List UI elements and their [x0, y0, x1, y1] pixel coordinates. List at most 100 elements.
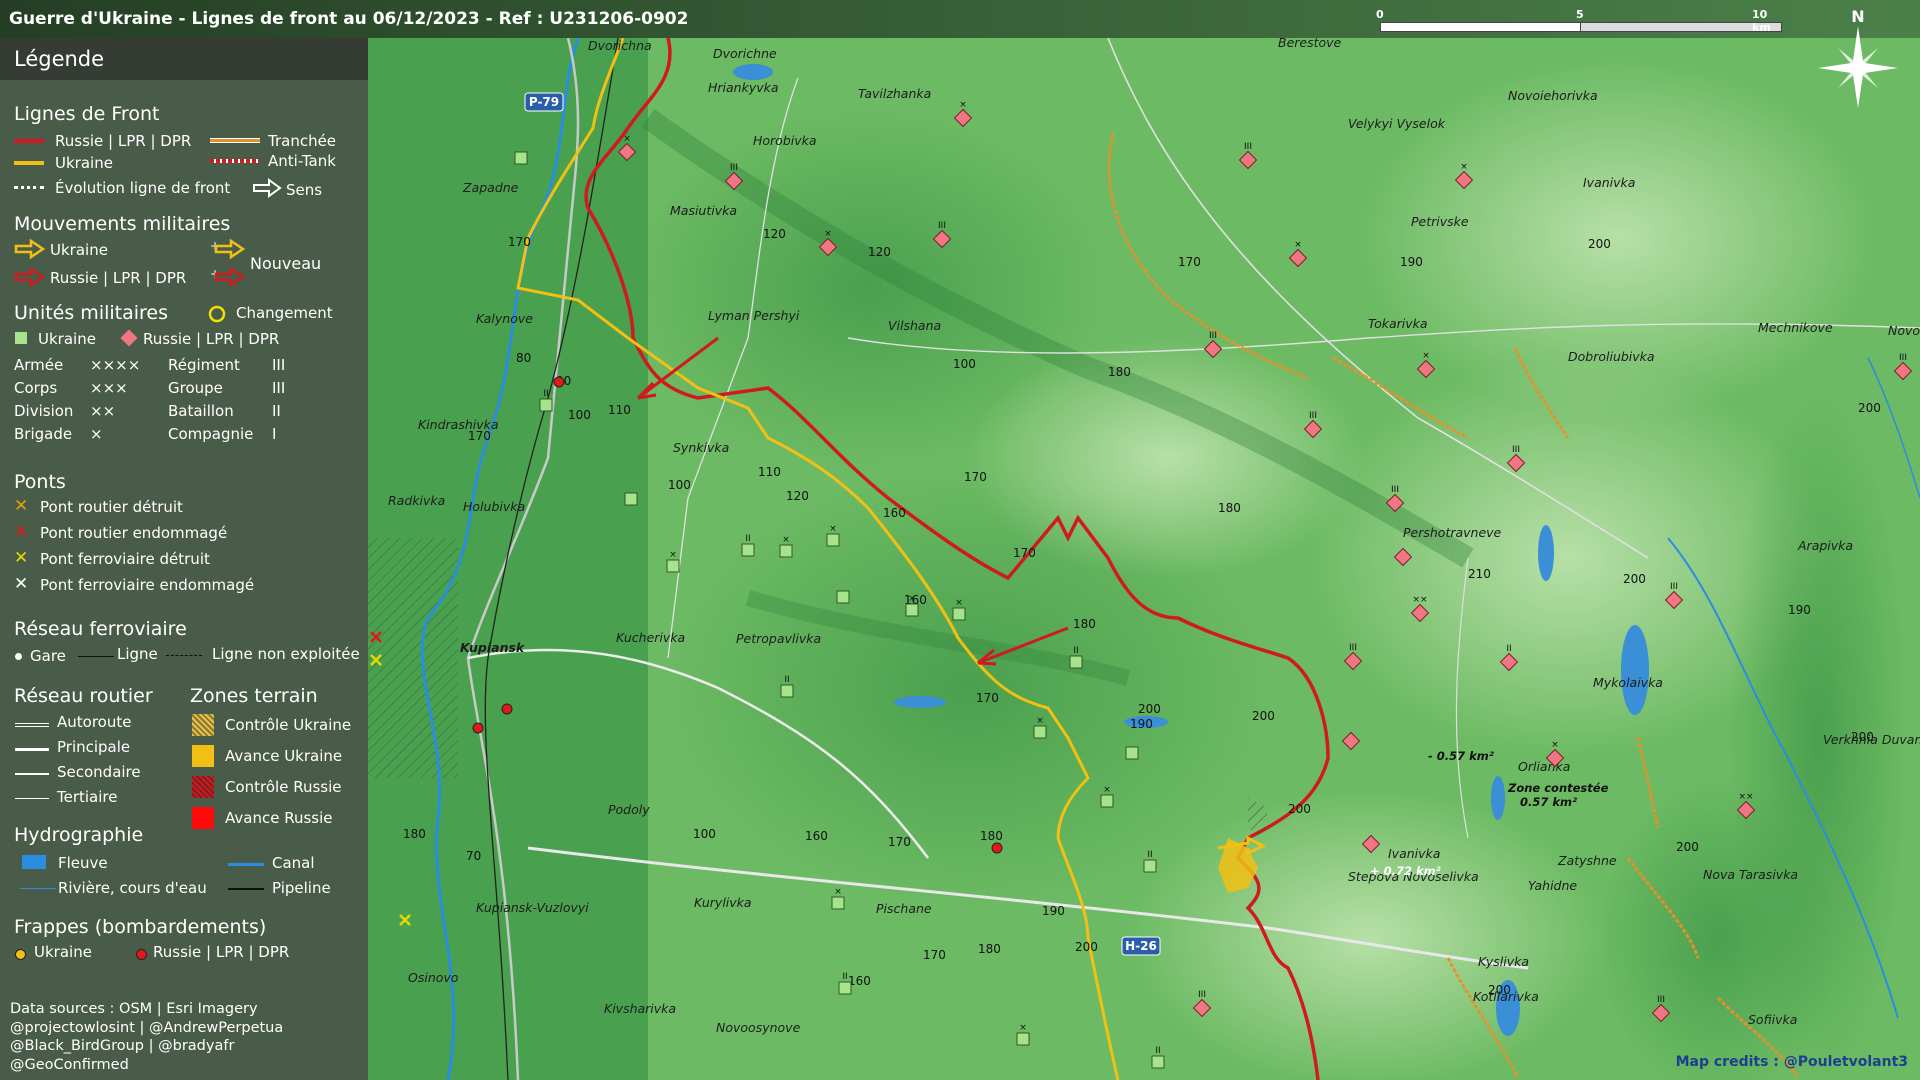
road-label: Secondaire [57, 763, 141, 781]
ukraine-unit-marker [666, 559, 680, 573]
direction-arrow-icon [253, 178, 282, 198]
legend-header: Légende [0, 38, 368, 80]
russia-strike-swatch [136, 949, 147, 960]
bridge-cross-icon: ✕ [14, 574, 29, 594]
zone-annotation: 0.57 km² [1520, 795, 1577, 809]
place-label: Dobroliubivka [1568, 349, 1655, 364]
hydro-title: Hydrographie [14, 824, 144, 846]
zone-swatch [192, 776, 214, 798]
place-label: Zatyshne [1557, 853, 1617, 868]
unit-echelon-label: II [1147, 850, 1152, 860]
altitude-label: 170 [964, 470, 987, 484]
map-svg[interactable]: P-79 H-26 170120120170190200809010011017… [368, 38, 1920, 1080]
evolution-line-swatch [14, 186, 44, 192]
ukraine-unit-marker [952, 607, 966, 621]
river-swatch [22, 855, 46, 869]
place-label: Horobivka [753, 133, 817, 148]
place-label: Mechnikove [1758, 320, 1833, 335]
zone-annotation: - 0.57 km² [1428, 749, 1494, 763]
altitude-label: 170 [976, 691, 999, 705]
unit-echelon-label: III [1657, 995, 1665, 1005]
unit-echelon-label: × [908, 594, 916, 604]
place-label: Radkivka [388, 493, 445, 508]
unit-echelon-name: Division [14, 402, 74, 420]
unit-echelon-symbol: ××× [90, 379, 128, 397]
altitude-label: 120 [786, 489, 809, 503]
place-label: Ivanivka [1388, 846, 1440, 861]
russia-line-swatch [14, 139, 44, 143]
altitude-label: 180 [1073, 617, 1096, 631]
altitude-label: 170 [1013, 546, 1036, 560]
altitude-label: 100 [668, 478, 691, 492]
source-line: @Black_BirdGroup | @bradyafr [10, 1038, 235, 1054]
unused-rail-label: Ligne non exploitée [212, 645, 360, 663]
ukraine-unit-marker [539, 398, 553, 412]
place-label: Velykyi Vyselok [1348, 116, 1446, 131]
altitude-label: 170 [888, 835, 911, 849]
place-label: Ivanivka [1583, 175, 1635, 190]
place-label: Vilshana [888, 318, 941, 333]
antitank-swatch [210, 159, 260, 163]
ukraine-strike-swatch [15, 949, 26, 960]
pipeline-swatch [228, 888, 264, 890]
unit-echelon-label: III [1670, 582, 1678, 592]
direction-label: Sens [286, 181, 323, 199]
place-label: Pershotravneve [1403, 525, 1502, 540]
road-label: Tertiaire [57, 788, 118, 806]
bridge-label: Pont ferroviaire détruit [40, 550, 210, 568]
zone-swatch [192, 745, 214, 767]
altitude-label: 180 [980, 829, 1003, 843]
unit-echelon-label: III [1198, 990, 1206, 1000]
unit-echelon-symbol: I [272, 425, 277, 443]
unit-echelon-label: × [959, 100, 967, 110]
place-label: Kalynove [476, 311, 533, 326]
altitude-label: 110 [608, 403, 631, 417]
altitude-label: 180 [403, 827, 426, 841]
place-label: Sofiivka [1748, 1012, 1797, 1027]
unit-echelon-label: × [834, 887, 842, 897]
svg-text:P-79: P-79 [529, 95, 559, 109]
map-canvas[interactable]: P-79 H-26 170120120170190200809010011017… [368, 38, 1920, 1080]
movements-title: Mouvements militaires [14, 213, 231, 235]
unit-echelon-label: × [623, 134, 631, 144]
scale-bar: 0 5 10 km [1376, 8, 1782, 38]
unit-echelon-label: III [730, 163, 738, 173]
new-movement-label: Nouveau [250, 254, 322, 273]
altitude-label: 200 [1138, 702, 1161, 716]
place-label: Holubivka [463, 499, 525, 514]
ukraine-movement-label: Ukraine [50, 241, 108, 259]
altitude-label: 200 [1858, 401, 1881, 415]
station-swatch [15, 653, 22, 660]
canal-label: Canal [272, 854, 315, 872]
altitude-label: 100 [953, 357, 976, 371]
place-label: Zapadne [462, 180, 519, 195]
unit-echelon-name: Compagnie [168, 425, 254, 443]
place-label: Kyslivka [1478, 954, 1529, 969]
data-sources: Data sources : OSM | Esri Imagery @proje… [10, 1000, 283, 1074]
zone-label: Avance Russie [225, 809, 333, 827]
ukraine-unit-marker [836, 590, 850, 604]
ukraine-unit-marker [1143, 859, 1157, 873]
unit-echelon-label: III [1349, 643, 1357, 653]
ukraine-unit-marker [779, 544, 793, 558]
russia-unit-label: Russie | LPR | DPR [143, 330, 280, 348]
zones-title: Zones terrain [190, 685, 318, 707]
north-arrow-icon: N [1818, 8, 1898, 108]
unit-echelon-symbol: × [90, 425, 103, 443]
altitude-label: 180 [978, 942, 1001, 956]
bridge-cross-icon: ✕ [14, 496, 29, 516]
stream-swatch [20, 888, 56, 889]
unit-echelon-label: × [1036, 716, 1044, 726]
place-label: Mykolaivka [1593, 675, 1663, 690]
unused-rail-swatch [166, 655, 202, 656]
unit-echelon-label: × [1551, 740, 1559, 750]
place-label: Dvorichna [588, 38, 652, 53]
unit-echelon-label: III [1512, 445, 1520, 455]
place-label: Podoly [608, 802, 650, 817]
place-label: Pischane [876, 901, 932, 916]
altitude-label: 170 [1178, 255, 1201, 269]
zone-label: Avance Ukraine [225, 747, 343, 765]
altitude-label: 110 [758, 465, 781, 479]
altitude-label: 200 [1588, 237, 1611, 251]
zone-label: Contrôle Ukraine [225, 716, 352, 734]
